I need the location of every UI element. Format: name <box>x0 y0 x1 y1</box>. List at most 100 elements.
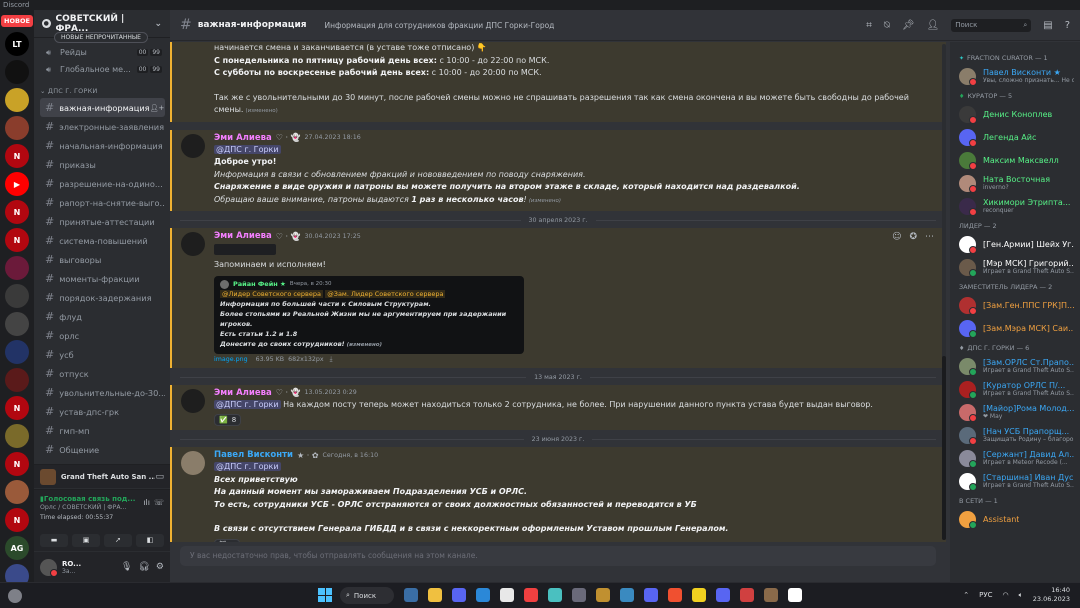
server-icon[interactable] <box>5 368 29 392</box>
noise-icon[interactable]: ılı <box>143 498 150 507</box>
taskbar-app-icon[interactable] <box>404 588 418 602</box>
channel-item[interactable]: # Общение <box>40 440 165 459</box>
channel-topic[interactable]: Информация для сотрудников фракции ДПС Г… <box>325 21 555 30</box>
language-indicator[interactable]: РУС <box>979 591 992 599</box>
scrollbar-thumb[interactable] <box>942 356 946 540</box>
member-item[interactable]: [Зам.Мэра МСК] Саи... <box>950 317 1080 339</box>
invite-icon[interactable]: 👤︎+ <box>150 104 165 112</box>
server-icon[interactable] <box>5 60 29 84</box>
gear-icon[interactable]: ⚙ <box>156 562 164 572</box>
taskbar-app-icon[interactable] <box>500 588 514 602</box>
mute-bell-icon[interactable]: ⍉ <box>884 20 890 31</box>
member-item[interactable]: Assistant <box>950 508 1080 530</box>
channel-item[interactable]: # моменты-фракции <box>40 269 165 288</box>
channel-item[interactable]: # принятые-аттестации <box>40 212 165 231</box>
channel-item[interactable]: # устав-дпс-грк <box>40 402 165 421</box>
taskbar-app-icon[interactable] <box>572 588 586 602</box>
taskbar-app-icon[interactable] <box>692 588 706 602</box>
server-icon[interactable] <box>5 312 29 336</box>
avatar[interactable] <box>181 388 205 413</box>
role-mention[interactable]: @ДПС г. Горки <box>214 399 281 409</box>
channel-item[interactable]: # электронные-заявления <box>40 117 165 136</box>
reaction-chip[interactable]: 🐱1 <box>214 538 240 542</box>
download-icon[interactable]: ⤓ <box>330 356 333 363</box>
channel-item[interactable]: # начальная-информация <box>40 136 165 155</box>
channel-item[interactable]: # увольнительные-до-30... <box>40 383 165 402</box>
channel-item[interactable]: # рапорт-на-снятие-выго... <box>40 193 165 212</box>
member-list-icon[interactable]: 👤︎ <box>927 20 940 31</box>
channel-item[interactable]: # орлс <box>40 326 165 345</box>
server-icon[interactable]: N <box>5 144 29 168</box>
server-icon[interactable]: LT <box>5 32 29 56</box>
taskbar-app-icon[interactable] <box>620 588 634 602</box>
member-item[interactable]: [Ген.Армии] Шейх Уг... <box>950 233 1080 255</box>
taskbar-app-icon[interactable] <box>596 588 610 602</box>
chevron-up-icon[interactable]: ⌃ <box>963 591 969 599</box>
server-icon[interactable] <box>5 256 29 280</box>
avatar[interactable] <box>181 451 205 475</box>
avatar[interactable] <box>181 232 205 256</box>
channel-item[interactable]: # система-повышений <box>40 231 165 250</box>
role-mention[interactable]: @ДПС г. Горки <box>214 462 281 471</box>
server-icon[interactable] <box>5 284 29 308</box>
threads-icon[interactable]: ⌗ <box>866 20 872 31</box>
avatar[interactable] <box>40 558 58 577</box>
message[interactable]: Эми Алиева ♡ · 👻 27.04.2023 18:16 @ДПС г… <box>170 129 946 211</box>
message-author[interactable]: Павел Висконти <box>214 450 293 460</box>
server-icon[interactable]: N <box>5 228 29 252</box>
member-item[interactable]: Максим Максвелл <box>950 149 1080 171</box>
message-continuation[interactable]: начинается смена и заканчивается (в уста… <box>170 42 946 122</box>
avatar[interactable] <box>181 133 205 158</box>
activity-panel[interactable]: Grand Theft Auto San ... ▭ <box>34 464 170 488</box>
member-item[interactable]: [Старшина] Иван Дусь Играет в Grand Theft… <box>950 470 1080 492</box>
member-item[interactable]: Хикимори Этрипта... reconquer <box>950 195 1080 217</box>
windows-start-icon[interactable] <box>318 588 332 602</box>
message[interactable]: Павел Висконти ★ · ✿ Сегодня, в 16:10 @Д… <box>170 447 946 542</box>
rocket-button[interactable]: ➚ <box>104 534 132 547</box>
taskbar-app-icon[interactable] <box>452 588 466 602</box>
pin-icon[interactable]: 📌︎ <box>902 20 915 31</box>
new-badge[interactable]: НОВОЕ <box>1 15 33 27</box>
server-icon[interactable]: ▶ <box>5 172 29 196</box>
server-icon[interactable] <box>5 424 29 448</box>
member-item[interactable]: [Майор]Рома Молод... ❤ May <box>950 401 1080 423</box>
channel-item[interactable]: # флуд <box>40 307 165 326</box>
channel-item[interactable]: # приказы <box>40 155 165 174</box>
activity-button[interactable]: ◧ <box>136 534 164 547</box>
microphone-icon[interactable]: 🎙︎ <box>121 562 132 572</box>
clock[interactable]: 16:40 23.06.2023 <box>1033 586 1070 604</box>
more-icon[interactable]: ⋯ <box>925 232 934 242</box>
taskbar-app-icon[interactable] <box>428 588 442 602</box>
wifi-icon[interactable]: ◠ <box>1002 591 1008 599</box>
voice-channel-global[interactable]: 🔊︎ Глобальное ме... 00 99 <box>34 61 170 78</box>
member-item[interactable]: [Зам.Ген.ППС ГРК]П... <box>950 294 1080 316</box>
new-unread-pill[interactable]: НОВЫЕ НЕПРОЧИТАННЫЕ <box>54 32 148 43</box>
message-author[interactable]: Эми Алиева <box>214 133 272 143</box>
member-item[interactable]: [Нач УСБ Прапорщ... Защищать Родину – бла… <box>950 424 1080 446</box>
taskbar-app-icon[interactable] <box>788 588 802 602</box>
taskbar-app-icon[interactable] <box>524 588 538 602</box>
server-icon[interactable]: N <box>5 508 29 532</box>
camera-button[interactable]: ▬ <box>40 534 68 547</box>
disconnect-icon[interactable]: ☏ <box>154 498 164 507</box>
taskbar-app-icon[interactable] <box>740 588 754 602</box>
category-dps-gorki[interactable]: ⌄ ДПС Г. ГОРКИ <box>34 78 170 98</box>
channel-item[interactable]: # усб <box>40 345 165 364</box>
server-icon[interactable] <box>5 116 29 140</box>
message-author[interactable]: Эми Алиева <box>214 388 272 398</box>
member-item[interactable]: [Мэр МСК] Григорий... Играет в Grand Thef… <box>950 256 1080 278</box>
message[interactable]: ☺ ✪ ⋯ Эми Алиева ♡ · 👻 30.04.2023 17:25 … <box>170 228 946 368</box>
role-mention[interactable]: @ДПС г. Горки <box>214 144 281 154</box>
taskbar-app-icon[interactable] <box>764 588 778 602</box>
channel-item[interactable]: # разрешение-на-одино... <box>40 174 165 193</box>
channel-item[interactable]: # гмп-мп <box>40 421 165 440</box>
server-icon[interactable] <box>5 564 29 582</box>
server-icon[interactable]: AG <box>5 536 29 560</box>
taskbar-search[interactable]: ⌕ Поиск <box>340 587 394 604</box>
member-item[interactable]: [Зам.ОРЛС Ст.Прапо... Играет в Grand Thef… <box>950 355 1080 377</box>
channel-item[interactable]: # важная-информация 👤︎+ <box>40 98 165 117</box>
weather-icon[interactable] <box>8 589 22 603</box>
channel-item[interactable]: # порядок-задержания <box>40 288 165 307</box>
server-icon[interactable] <box>5 480 29 504</box>
message[interactable]: Эми Алиева ♡ · 👻 13.05.2023 0:29 @ДПС г.… <box>170 384 946 430</box>
